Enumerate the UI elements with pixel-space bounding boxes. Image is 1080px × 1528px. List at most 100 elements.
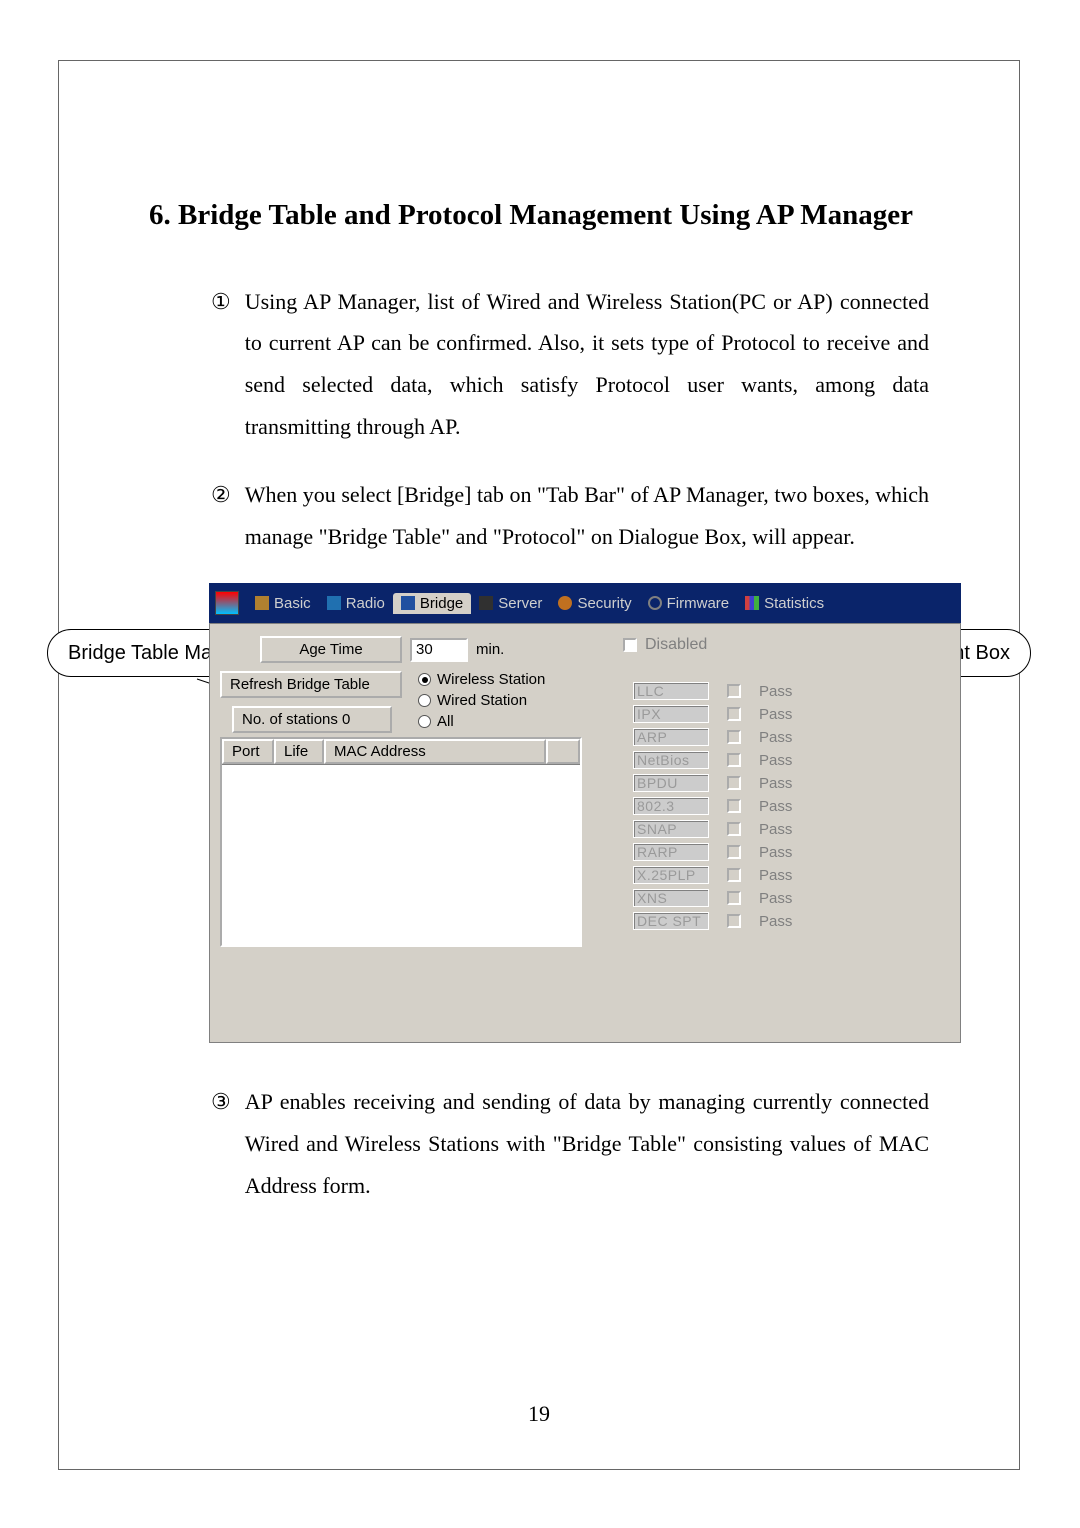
proto-name: 802.3 <box>633 797 709 815</box>
proto-name: NetBios <box>633 751 709 769</box>
refresh-bridge-table-button[interactable]: Refresh Bridge Table <box>220 671 402 698</box>
pass-label: Pass <box>759 844 792 861</box>
radio-wireless-label: Wireless Station <box>437 671 545 688</box>
tab-bridge[interactable]: Bridge <box>393 593 471 614</box>
age-time-button[interactable]: Age Time <box>260 636 402 663</box>
item-text-1: Using AP Manager, list of Wired and Wire… <box>245 281 929 448</box>
proto-row-decspt: DEC SPT Pass <box>633 912 922 930</box>
basic-icon <box>255 596 269 610</box>
table-header: Port Life MAC Address <box>222 739 580 765</box>
proto-row-arp: ARP Pass <box>633 728 922 746</box>
proto-row-rarp: RARP Pass <box>633 843 922 861</box>
disabled-label: Disabled <box>645 636 707 654</box>
tab-server-label: Server <box>498 595 542 612</box>
proto-row-netbios: NetBios Pass <box>633 751 922 769</box>
page-number: 19 <box>59 1401 1019 1427</box>
bullet-1: ① <box>211 281 231 448</box>
pass-checkbox[interactable] <box>727 799 741 813</box>
pass-label: Pass <box>759 683 792 700</box>
bullet-3: ③ <box>211 1081 231 1206</box>
tab-statistics[interactable]: Statistics <box>737 593 832 614</box>
proto-row-snap: SNAPPass <box>633 820 922 838</box>
radio-wired-station[interactable]: Wired Station <box>418 692 545 709</box>
bullet-2: ② <box>211 474 231 558</box>
proto-name: ARP <box>633 728 709 746</box>
pass-checkbox[interactable] <box>727 891 741 905</box>
pass-label: Pass <box>759 913 792 930</box>
radio-icon <box>327 596 341 610</box>
bridge-table-list[interactable]: Port Life MAC Address <box>220 737 582 947</box>
proto-name: DEC SPT <box>633 912 709 930</box>
pass-checkbox[interactable] <box>727 753 741 767</box>
pass-label: Pass <box>759 890 792 907</box>
tab-server[interactable]: Server <box>471 593 550 614</box>
col-life[interactable]: Life <box>274 739 324 764</box>
radio-all[interactable]: All <box>418 713 545 730</box>
proto-name: SNAP <box>633 820 709 838</box>
tab-statistics-label: Statistics <box>764 595 824 612</box>
radio-unselected-icon <box>418 694 431 707</box>
pass-checkbox[interactable] <box>727 914 741 928</box>
protocol-group: LLC Pass IPX Pass ARP Pass NetBios Pass BPDU… <box>623 668 950 949</box>
pass-checkbox[interactable] <box>727 730 741 744</box>
pass-checkbox[interactable] <box>727 776 741 790</box>
disabled-checkbox[interactable] <box>623 638 637 652</box>
dialogue-box: Age Time min. Refresh Bridge Table No. o… <box>209 623 961 1043</box>
pass-checkbox[interactable] <box>727 822 741 836</box>
proto-row-bpdu: BPDUPass <box>633 774 922 792</box>
radio-wired-label: Wired Station <box>437 692 527 709</box>
proto-name: RARP <box>633 843 709 861</box>
tab-radio[interactable]: Radio <box>319 593 393 614</box>
section-number: 6. <box>149 199 171 231</box>
bridge-icon <box>401 596 415 610</box>
protocol-panel: Disabled LLC Pass IPX Pass ARP Pass NetBios… <box>605 624 960 1042</box>
col-port[interactable]: Port <box>222 739 274 764</box>
pass-label: Pass <box>759 867 792 884</box>
proto-name: LLC <box>633 682 709 700</box>
radio-selected-icon <box>418 673 431 686</box>
item-text-2: When you select [Bridge] tab on "Tab Bar… <box>245 474 929 558</box>
tab-basic-label: Basic <box>274 595 311 612</box>
tab-security[interactable]: Security <box>550 593 639 614</box>
proto-name: X.25PLP <box>633 866 709 884</box>
pass-label: Pass <box>759 775 792 792</box>
tab-firmware-label: Firmware <box>667 595 730 612</box>
pass-checkbox[interactable] <box>727 868 741 882</box>
pass-checkbox[interactable] <box>727 684 741 698</box>
proto-row-llc: LLC Pass <box>633 682 922 700</box>
tab-security-label: Security <box>577 595 631 612</box>
pass-label: Pass <box>759 706 792 723</box>
pass-label: Pass <box>759 798 792 815</box>
pass-checkbox[interactable] <box>727 707 741 721</box>
pass-label: Pass <box>759 752 792 769</box>
radio-wireless-station[interactable]: Wireless Station <box>418 671 545 688</box>
list-item: ③ AP enables receiving and sending of da… <box>211 1081 929 1206</box>
col-spacer <box>546 739 580 764</box>
radio-unselected-icon <box>418 715 431 728</box>
age-time-input[interactable] <box>410 638 468 662</box>
pass-label: Pass <box>759 729 792 746</box>
proto-name: IPX <box>633 705 709 723</box>
age-time-unit: min. <box>476 641 504 658</box>
section-heading: 6. Bridge Table and Protocol Management … <box>149 181 929 251</box>
tab-firmware[interactable]: Firmware <box>640 593 738 614</box>
server-icon <box>479 596 493 610</box>
proto-name: XNS <box>633 889 709 907</box>
bridge-table-panel: Age Time min. Refresh Bridge Table No. o… <box>210 624 605 1042</box>
security-icon <box>558 596 572 610</box>
proto-row-8023: 802.3 Pass <box>633 797 922 815</box>
tab-bar: Basic Radio Bridge Server Security Firmw… <box>209 583 961 623</box>
pass-checkbox[interactable] <box>727 845 741 859</box>
col-mac-address[interactable]: MAC Address <box>324 739 546 764</box>
tab-bridge-label: Bridge <box>420 595 463 612</box>
window-icon <box>215 591 239 615</box>
section-title-text: Bridge Table and Protocol Management Usi… <box>178 199 913 231</box>
firmware-icon <box>648 596 662 610</box>
figure: Bridge Table Management Box Protocol Man… <box>59 583 1019 1053</box>
proto-row-ipx: IPX Pass <box>633 705 922 723</box>
stats-icon <box>745 596 759 610</box>
list-item: ② When you select [Bridge] tab on "Tab B… <box>211 474 929 558</box>
item-text-3: AP enables receiving and sending of data… <box>245 1081 929 1206</box>
no-of-stations-button[interactable]: No. of stations 0 <box>232 706 392 733</box>
tab-basic[interactable]: Basic <box>247 593 319 614</box>
